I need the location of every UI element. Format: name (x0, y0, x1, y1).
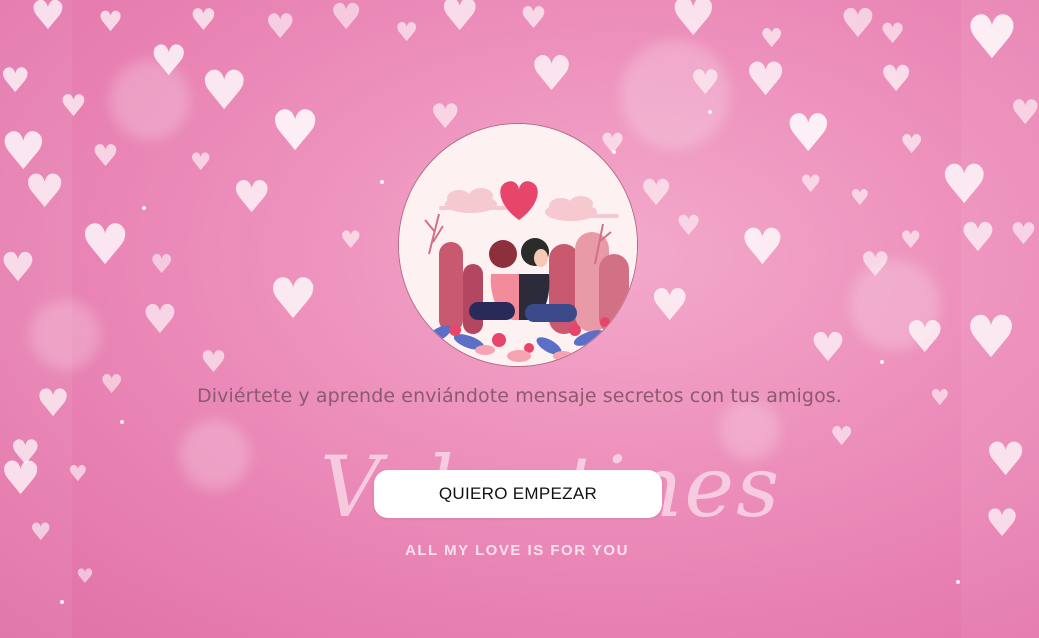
heart-icon: ♥ (760, 24, 784, 54)
heart-icon: ♥ (80, 213, 131, 278)
heart-icon: ♥ (0, 61, 31, 101)
heart-icon: ♥ (830, 422, 854, 452)
heart-icon: ♥ (905, 312, 945, 363)
heart-icon: ♥ (395, 18, 419, 48)
tagline-text: Diviértete y aprende enviándote mensaje … (197, 385, 842, 407)
heart-icon: ♥ (740, 218, 785, 276)
heart-icon: ♥ (340, 226, 362, 254)
heart-icon: ♥ (0, 451, 42, 505)
bokeh-light (30, 300, 100, 370)
couple-illustration (398, 123, 638, 367)
heart-icon: ♥ (640, 173, 673, 214)
heart-icon: ♥ (24, 164, 66, 218)
heart-icon: ♥ (30, 0, 66, 39)
heart-icon: ♥ (1010, 217, 1037, 252)
heart-icon: ♥ (68, 462, 88, 487)
heart-icon: ♥ (745, 52, 787, 106)
heart-icon: ♥ (670, 0, 717, 48)
heart-icon: ♥ (520, 1, 547, 36)
heart-icon: ♥ (98, 5, 124, 38)
sparkle-dot (60, 600, 64, 604)
sparkle-dot (380, 180, 384, 184)
heart-icon: ♥ (840, 1, 876, 47)
start-button[interactable]: QUIERO EMPEZAR (374, 470, 662, 518)
heart-icon: ♥ (850, 186, 870, 211)
sparkle-dot (612, 150, 616, 154)
heart-icon: ♥ (965, 3, 1019, 73)
bokeh-light (180, 420, 250, 490)
heart-icon: ♥ (985, 501, 1020, 545)
heart-icon: ♥ (76, 564, 94, 588)
heart-icon: ♥ (142, 297, 178, 343)
heart-icon: ♥ (650, 280, 690, 331)
heart-icon: ♥ (900, 130, 924, 160)
heart-icon: ♥ (960, 215, 996, 261)
heart-icon: ♥ (60, 89, 87, 124)
heart-icon: ♥ (330, 0, 363, 38)
sparkle-dot (142, 206, 146, 210)
heart-icon: ♥ (810, 325, 846, 371)
background-slogan: ALL MY LOVE IS FOR YOU (405, 542, 629, 559)
heart-icon: ♥ (860, 245, 891, 285)
heart-icon: ♥ (150, 250, 174, 280)
sparkle-dot (120, 420, 124, 424)
heart-icon: ♥ (200, 59, 249, 122)
heart-icon: ♥ (440, 0, 480, 41)
heart-icon: ♥ (150, 36, 188, 85)
heart-icon: ♥ (92, 139, 119, 174)
heart-icon: ♥ (270, 99, 321, 164)
heart-icon: ♥ (200, 345, 227, 380)
heart-icon: ♥ (232, 172, 272, 223)
heart-icon: ♥ (0, 245, 36, 291)
heart-icon: ♥ (190, 148, 212, 176)
heart-icon: ♥ (530, 46, 574, 102)
sparkle-dot (956, 580, 960, 584)
heart-icon: ♥ (676, 209, 702, 242)
heart-icon: ♥ (965, 303, 1017, 371)
heart-icon: ♥ (430, 97, 461, 137)
heart-icon: ♥ (30, 518, 52, 546)
heart-icon: ♥ (268, 267, 319, 332)
heart-icon: ♥ (985, 432, 1027, 486)
heart-icon: ♥ (800, 170, 822, 198)
heart-icon: ♥ (690, 63, 721, 103)
sparkle-dot (708, 110, 712, 114)
heart-icon: ♥ (880, 17, 906, 50)
heart-icon: ♥ (190, 3, 217, 38)
heart-icon: ♥ (1010, 93, 1039, 133)
heart-icon: ♥ (880, 59, 913, 100)
heart-icon: ♥ (900, 226, 922, 254)
heart-icon: ♥ (785, 104, 832, 164)
heart-icon: ♥ (940, 153, 989, 216)
sparkle-dot (880, 360, 884, 364)
heart-icon: ♥ (265, 7, 296, 47)
